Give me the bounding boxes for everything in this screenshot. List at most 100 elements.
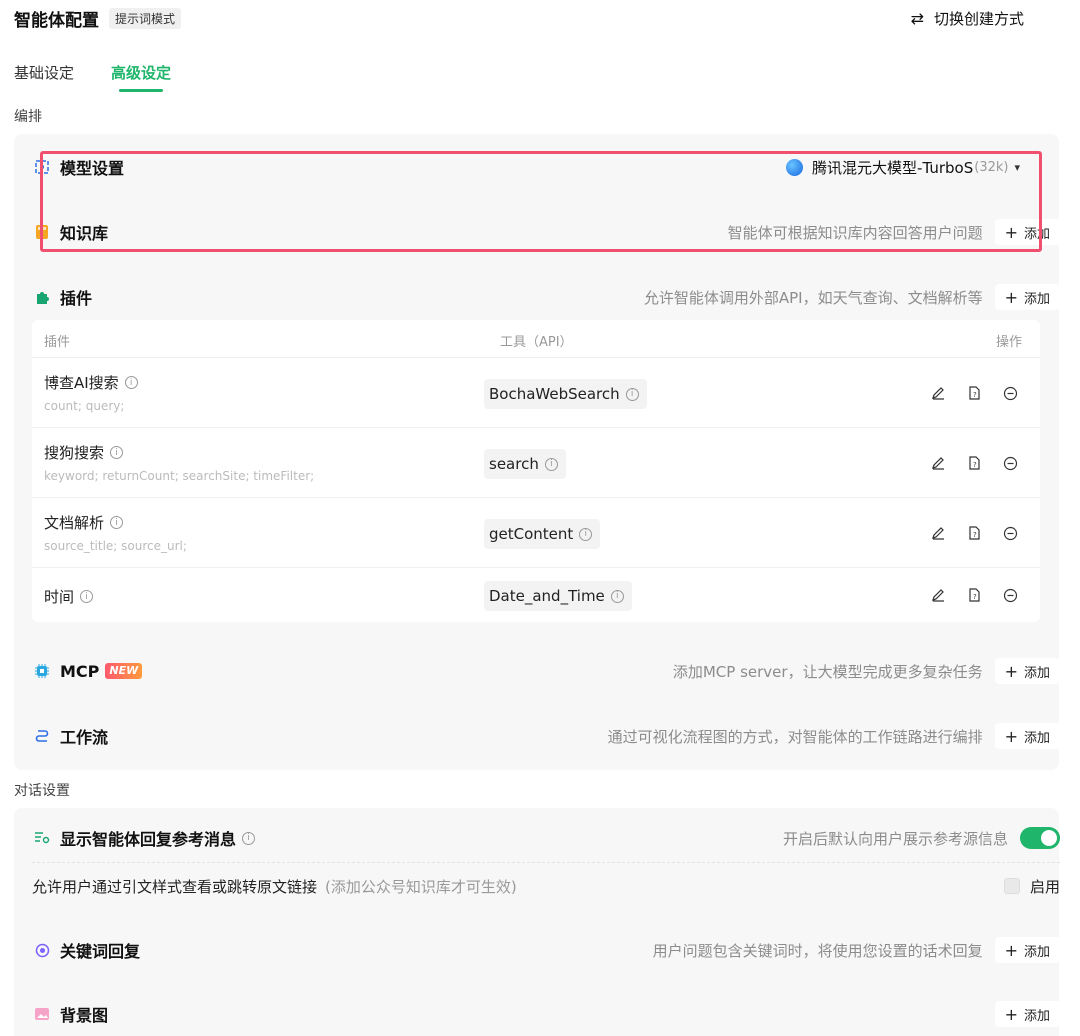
doc-help-icon[interactable]: ? xyxy=(966,587,982,603)
plus-icon: + xyxy=(1004,287,1018,307)
model-settings-row: 模型设置 腾讯混元大模型-TurboS (32k) ▾ xyxy=(34,152,1020,182)
remove-icon[interactable] xyxy=(1002,455,1018,471)
knowledge-row: 知识库 智能体可根据知识库内容回答用户问题 + 添加 xyxy=(34,217,1060,247)
info-icon[interactable]: i xyxy=(124,376,138,389)
add-background-button[interactable]: + 添加 xyxy=(994,1001,1060,1027)
plugin-name: 搜狗搜索 i xyxy=(44,442,124,463)
section-dialog-label: 对话设置 xyxy=(14,783,70,799)
add-knowledge-button[interactable]: + 添加 xyxy=(994,219,1060,245)
edit-icon[interactable] xyxy=(930,587,946,603)
workflow-row: 工作流 通过可视化流程图的方式，对智能体的工作链路进行编排 + 添加 xyxy=(34,721,1060,751)
switch-create-mode-button[interactable]: ⇄ 切换创建方式 xyxy=(911,8,1024,29)
row-actions: ? xyxy=(910,455,1018,471)
svg-text:?: ? xyxy=(973,391,977,399)
tool-name: search xyxy=(489,455,539,473)
info-icon[interactable]: i xyxy=(110,516,124,529)
plugin-params: count; query; xyxy=(44,399,125,413)
plus-icon: + xyxy=(1004,1004,1018,1024)
model-icon xyxy=(34,159,50,175)
remove-icon[interactable] xyxy=(1002,525,1018,541)
model-select-dropdown[interactable]: 腾讯混元大模型-TurboS (32k) ▾ xyxy=(786,157,1020,178)
list-search-icon xyxy=(34,830,50,846)
tab-basic[interactable]: 基础设定 xyxy=(14,62,74,83)
chip-icon xyxy=(34,663,50,679)
mcp-title: MCP xyxy=(60,661,100,681)
info-icon[interactable]: i xyxy=(242,831,256,845)
info-icon[interactable]: i xyxy=(610,589,624,603)
plugin-name: 时间 i xyxy=(44,586,94,607)
svg-text:?: ? xyxy=(973,461,977,469)
plugin-params: source_title; source_url; xyxy=(44,539,187,553)
mode-badge: 提示词模式 xyxy=(109,7,182,29)
add-mcp-label: 添加 xyxy=(1023,665,1050,681)
plus-icon: + xyxy=(1004,661,1018,681)
mcp-desc: 添加MCP server，让大模型完成更多复杂任务 xyxy=(672,662,983,681)
edit-icon[interactable] xyxy=(930,385,946,401)
reference-title: 显示智能体回复参考消息 xyxy=(60,830,237,849)
enable-checkbox-group: 启用 xyxy=(1003,876,1060,897)
info-icon[interactable]: i xyxy=(544,457,558,471)
doc-help-icon[interactable]: ? xyxy=(966,455,982,471)
column-actions: 操作 xyxy=(995,335,1022,350)
enable-checkbox[interactable] xyxy=(1003,878,1020,894)
page-title: 智能体配置 xyxy=(14,10,99,31)
section-arrange-label: 编排 xyxy=(14,109,42,125)
image-icon xyxy=(34,1006,50,1022)
info-icon[interactable]: i xyxy=(625,387,639,401)
plugins-desc: 允许智能体调用外部API，如天气查询、文档解析等 xyxy=(643,288,983,307)
edit-icon[interactable] xyxy=(930,525,946,541)
column-plugin: 插件 xyxy=(44,335,71,350)
doc-help-icon[interactable]: ? xyxy=(966,385,982,401)
reference-toggle[interactable] xyxy=(1020,827,1060,849)
add-keyword-button[interactable]: + 添加 xyxy=(994,937,1060,963)
knowledge-title: 知识库 xyxy=(60,224,109,243)
doc-help-icon[interactable]: ? xyxy=(966,525,982,541)
remove-icon[interactable] xyxy=(1002,385,1018,401)
add-workflow-label: 添加 xyxy=(1023,730,1050,746)
keyword-title: 关键词回复 xyxy=(60,942,141,961)
divider xyxy=(32,862,1060,863)
table-row: 时间 i Date_and_Time i ? xyxy=(32,568,1040,622)
plugin-name: 文档解析 i xyxy=(44,512,124,533)
reference-row: 显示智能体回复参考消息 i 开启后默认向用户展示参考源信息 xyxy=(34,823,1060,853)
mcp-row: MCP NEW 添加MCP server，让大模型完成更多复杂任务 + 添加 xyxy=(34,656,1060,686)
tool-chip: BochaWebSearch i xyxy=(484,379,647,409)
keyword-desc: 用户问题包含关键词时，将使用您设置的话术回复 xyxy=(652,941,983,960)
table-row: 搜狗搜索 i keyword; returnCount; searchSite; … xyxy=(32,428,1040,498)
model-settings-title: 模型设置 xyxy=(60,159,125,178)
plugins-table-header: 插件 工具（API） 操作 xyxy=(32,320,1040,358)
plugin-name-text: 搜狗搜索 xyxy=(44,444,105,462)
add-mcp-button[interactable]: + 添加 xyxy=(994,658,1060,684)
knowledge-icon xyxy=(34,224,50,240)
table-row: 博查AI搜索 i count; query; BochaWebSearch i ? xyxy=(32,358,1040,428)
svg-text:?: ? xyxy=(973,531,977,539)
cite-link-note: (添加公众号知识库才可生效) xyxy=(325,877,517,896)
add-knowledge-label: 添加 xyxy=(1023,226,1050,242)
info-icon[interactable]: i xyxy=(110,446,124,459)
tool-chip: getContent i xyxy=(484,519,601,549)
info-icon[interactable]: i xyxy=(579,527,593,541)
plugin-params: keyword; returnCount; searchSite; timeFi… xyxy=(44,469,315,483)
tool-chip: Date_and_Time i xyxy=(484,581,632,611)
model-selected-name: 腾讯混元大模型-TurboS xyxy=(812,158,974,177)
add-keyword-label: 添加 xyxy=(1023,944,1050,960)
workflow-desc: 通过可视化流程图的方式，对智能体的工作链路进行编排 xyxy=(607,727,983,746)
add-plugin-button[interactable]: + 添加 xyxy=(994,284,1060,310)
info-icon[interactable]: i xyxy=(80,590,94,603)
cite-link-row: 允许用户通过引文样式查看或跳转原文链接 (添加公众号知识库才可生效) 启用 xyxy=(32,874,1060,898)
model-context-size: (32k) xyxy=(974,159,1009,175)
remove-icon[interactable] xyxy=(1002,587,1018,603)
background-row: 背景图 + 添加 xyxy=(34,999,1060,1029)
plus-icon: + xyxy=(1004,222,1018,242)
knowledge-desc: 智能体可根据知识库内容回答用户问题 xyxy=(727,223,983,242)
add-background-label: 添加 xyxy=(1023,1008,1050,1024)
tab-advanced[interactable]: 高级设定 xyxy=(111,62,171,92)
edit-icon[interactable] xyxy=(930,455,946,471)
add-workflow-button[interactable]: + 添加 xyxy=(994,723,1060,749)
switch-label: 切换创建方式 xyxy=(933,10,1024,28)
enable-label: 启用 xyxy=(1029,877,1060,896)
hunyuan-logo-icon xyxy=(786,158,804,176)
cite-link-text: 允许用户通过引文样式查看或跳转原文链接 xyxy=(32,877,318,896)
tool-name: getContent xyxy=(489,525,574,543)
plugin-name-text: 博查AI搜索 xyxy=(44,374,119,392)
